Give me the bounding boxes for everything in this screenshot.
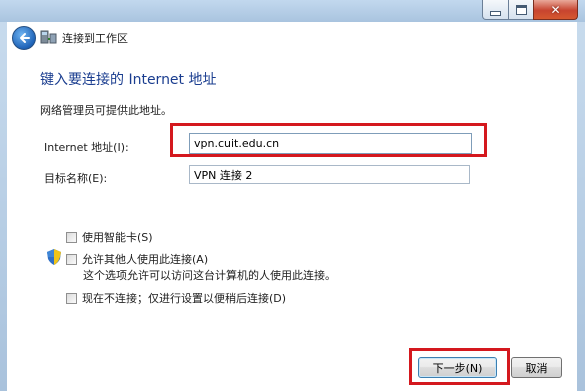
dont-connect-checkbox[interactable]	[66, 292, 77, 304]
back-arrow-icon	[20, 33, 30, 43]
network-icon	[40, 30, 57, 44]
wizard-content: 连接到工作区 键入要连接的 Internet 地址 网络管理员可提供此地址。 I…	[7, 22, 577, 391]
window-title: 连接到工作区	[62, 32, 128, 45]
dont-connect-option[interactable]: 现在不连接；仅进行设置以便稍后连接(D)	[66, 290, 286, 306]
cancel-button[interactable]: 取消	[511, 357, 562, 378]
dont-connect-label: 现在不连接；仅进行设置以便稍后连接(D)	[82, 292, 287, 305]
close-icon: ✕	[550, 2, 561, 17]
allow-others-description: 这个选项允许可以访问这台计算机的人使用此连接。	[83, 269, 336, 282]
allow-others-label: 允许其他人使用此连接(A)	[82, 253, 209, 266]
page-heading: 键入要连接的 Internet 地址	[40, 72, 217, 88]
smart-card-label: 使用智能卡(S)	[82, 231, 153, 244]
internet-address-label: Internet 地址(I):	[44, 141, 129, 154]
smart-card-option[interactable]: 使用智能卡(S)	[66, 229, 153, 245]
back-button[interactable]	[12, 26, 36, 50]
maximize-button[interactable]	[508, 0, 534, 20]
maximize-icon	[515, 4, 527, 15]
minimize-icon	[490, 11, 501, 16]
allow-others-checkbox[interactable]	[66, 253, 77, 265]
highlight-box-next-button	[409, 348, 510, 385]
info-text: 网络管理员可提供此地址。	[40, 104, 172, 117]
allow-others-option[interactable]: 允许其他人使用此连接(A)	[66, 251, 208, 267]
destination-name-input[interactable]	[189, 165, 470, 184]
vpn-wizard-window: ✕ 连接到工作区 键入要连接的 Internet 地址 网络管理员可提供此地址。…	[0, 0, 585, 391]
destination-name-label: 目标名称(E):	[44, 172, 108, 185]
smart-card-checkbox[interactable]	[66, 231, 77, 243]
minimize-button[interactable]	[482, 0, 509, 20]
close-button[interactable]: ✕	[533, 0, 578, 20]
highlight-box-internet-address	[170, 123, 487, 157]
uac-shield-icon	[47, 249, 61, 265]
